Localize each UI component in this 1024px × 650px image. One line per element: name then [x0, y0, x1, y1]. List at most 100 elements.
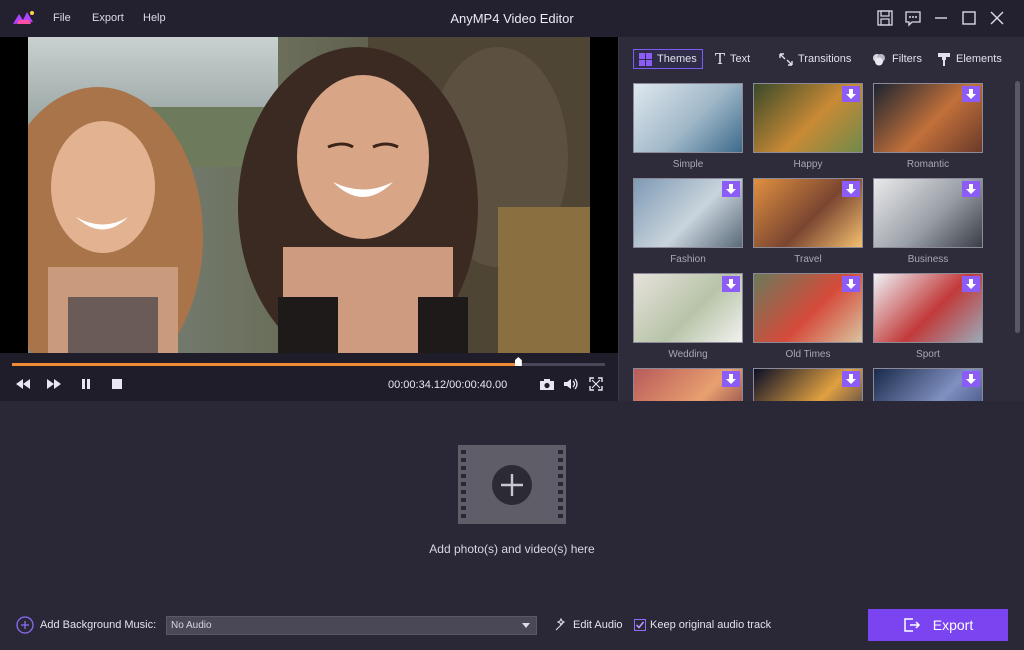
preview-player: 00:00:34.12/00:00:40.00: [0, 37, 618, 401]
theme-thumbnail[interactable]: [633, 178, 743, 248]
progress-handle[interactable]: [514, 357, 522, 366]
theme-card[interactable]: Romantic: [873, 83, 983, 170]
theme-thumbnail[interactable]: [633, 273, 743, 343]
chevron-down-icon: [522, 623, 530, 628]
theme-thumbnail[interactable]: [753, 273, 863, 343]
text-icon: T: [715, 50, 726, 68]
theme-label: Fashion: [670, 254, 706, 265]
film-hole: [558, 450, 563, 454]
film-hole: [461, 474, 466, 478]
film-hole: [461, 482, 466, 486]
edit-audio-link[interactable]: Edit Audio: [573, 619, 623, 631]
theme-card[interactable]: [753, 368, 863, 401]
film-hole: [558, 490, 563, 494]
theme-card[interactable]: [633, 368, 743, 401]
timecode: 00:00:34.12/00:00:40.00: [388, 379, 508, 391]
film-hole: [461, 514, 466, 518]
video-frame[interactable]: [28, 37, 590, 353]
export-icon: [904, 618, 920, 632]
film-hole: [461, 498, 466, 502]
tab-label: Text: [730, 53, 751, 65]
tab-elements[interactable]: Elements: [932, 49, 1007, 69]
theme-label: Wedding: [668, 349, 708, 360]
film-hole: [558, 458, 563, 462]
tab-themes[interactable]: Themes: [633, 49, 703, 69]
download-icon[interactable]: [962, 181, 980, 197]
panel-scrollbar[interactable]: [1015, 81, 1020, 333]
pause-icon[interactable]: [78, 377, 94, 391]
theme-card[interactable]: Simple: [633, 83, 743, 170]
filters-icon: [873, 53, 885, 65]
film-hole: [461, 490, 466, 494]
add-media-icon: [492, 465, 532, 505]
camera-icon[interactable]: [539, 377, 555, 391]
film-hole: [558, 474, 563, 478]
theme-thumbnail[interactable]: [873, 178, 983, 248]
theme-thumbnail[interactable]: [633, 368, 743, 401]
film-hole: [461, 458, 466, 462]
theme-card[interactable]: [873, 368, 983, 401]
film-hole: [558, 506, 563, 510]
film-hole: [558, 482, 563, 486]
audio-select[interactable]: No Audio: [166, 616, 537, 635]
volume-icon[interactable]: [563, 377, 579, 391]
tab-transitions[interactable]: Transitions: [774, 49, 856, 69]
download-icon[interactable]: [722, 276, 740, 292]
theme-card[interactable]: Old Times: [753, 273, 863, 360]
theme-label: Happy: [793, 159, 823, 170]
download-icon[interactable]: [962, 276, 980, 292]
download-icon[interactable]: [962, 371, 980, 387]
keep-audio-checkbox[interactable]: [634, 619, 646, 631]
film-hole: [558, 466, 563, 470]
rewind-icon[interactable]: [15, 377, 31, 391]
add-music-label: Add Background Music:: [40, 619, 157, 631]
theme-card[interactable]: Business: [873, 178, 983, 265]
download-icon[interactable]: [722, 181, 740, 197]
add-media-button[interactable]: [458, 445, 566, 524]
tab-label: Themes: [657, 53, 697, 65]
drop-hint: Add photo(s) and video(s) here: [429, 542, 595, 556]
tab-label: Filters: [892, 53, 922, 65]
download-icon[interactable]: [722, 371, 740, 387]
close-icon[interactable]: [987, 9, 1007, 27]
tab-text[interactable]: T Text: [710, 49, 755, 69]
fast-forward-icon[interactable]: [46, 377, 62, 391]
theme-card[interactable]: Fashion: [633, 178, 743, 265]
maximize-icon[interactable]: [959, 9, 979, 27]
film-hole: [461, 450, 466, 454]
download-icon[interactable]: [842, 371, 860, 387]
stop-icon[interactable]: [109, 377, 125, 391]
save-icon[interactable]: [875, 9, 895, 27]
theme-card[interactable]: Happy: [753, 83, 863, 170]
keep-audio-label: Keep original audio track: [650, 619, 772, 631]
film-hole: [558, 514, 563, 518]
title-bar: File Export Help AnyMP4 Video Editor: [0, 0, 1024, 37]
feedback-icon[interactable]: [903, 9, 923, 27]
tab-filters[interactable]: Filters: [866, 49, 927, 69]
download-icon[interactable]: [962, 86, 980, 102]
theme-card[interactable]: Travel: [753, 178, 863, 265]
theme-thumbnail[interactable]: [753, 83, 863, 153]
minimize-icon[interactable]: [931, 9, 951, 27]
theme-thumbnail[interactable]: [873, 273, 983, 343]
theme-thumbnail[interactable]: [873, 83, 983, 153]
export-label: Export: [932, 617, 974, 633]
theme-label: Travel: [794, 254, 822, 265]
theme-thumbnail[interactable]: [753, 178, 863, 248]
progress-bar[interactable]: [12, 357, 605, 366]
fullscreen-icon[interactable]: [588, 377, 604, 391]
theme-card[interactable]: Sport: [873, 273, 983, 360]
theme-thumbnail[interactable]: [873, 368, 983, 401]
download-icon[interactable]: [842, 86, 860, 102]
progress-fill: [12, 363, 518, 366]
download-icon[interactable]: [842, 181, 860, 197]
export-button[interactable]: Export: [868, 609, 1008, 641]
download-icon[interactable]: [842, 276, 860, 292]
theme-thumbnail[interactable]: [633, 83, 743, 153]
theme-label: Sport: [916, 349, 940, 360]
edit-audio-icon[interactable]: [554, 617, 569, 632]
add-music-icon[interactable]: [16, 616, 34, 634]
theme-thumbnail[interactable]: [753, 368, 863, 401]
theme-label: Simple: [672, 159, 704, 170]
theme-card[interactable]: Wedding: [633, 273, 743, 360]
